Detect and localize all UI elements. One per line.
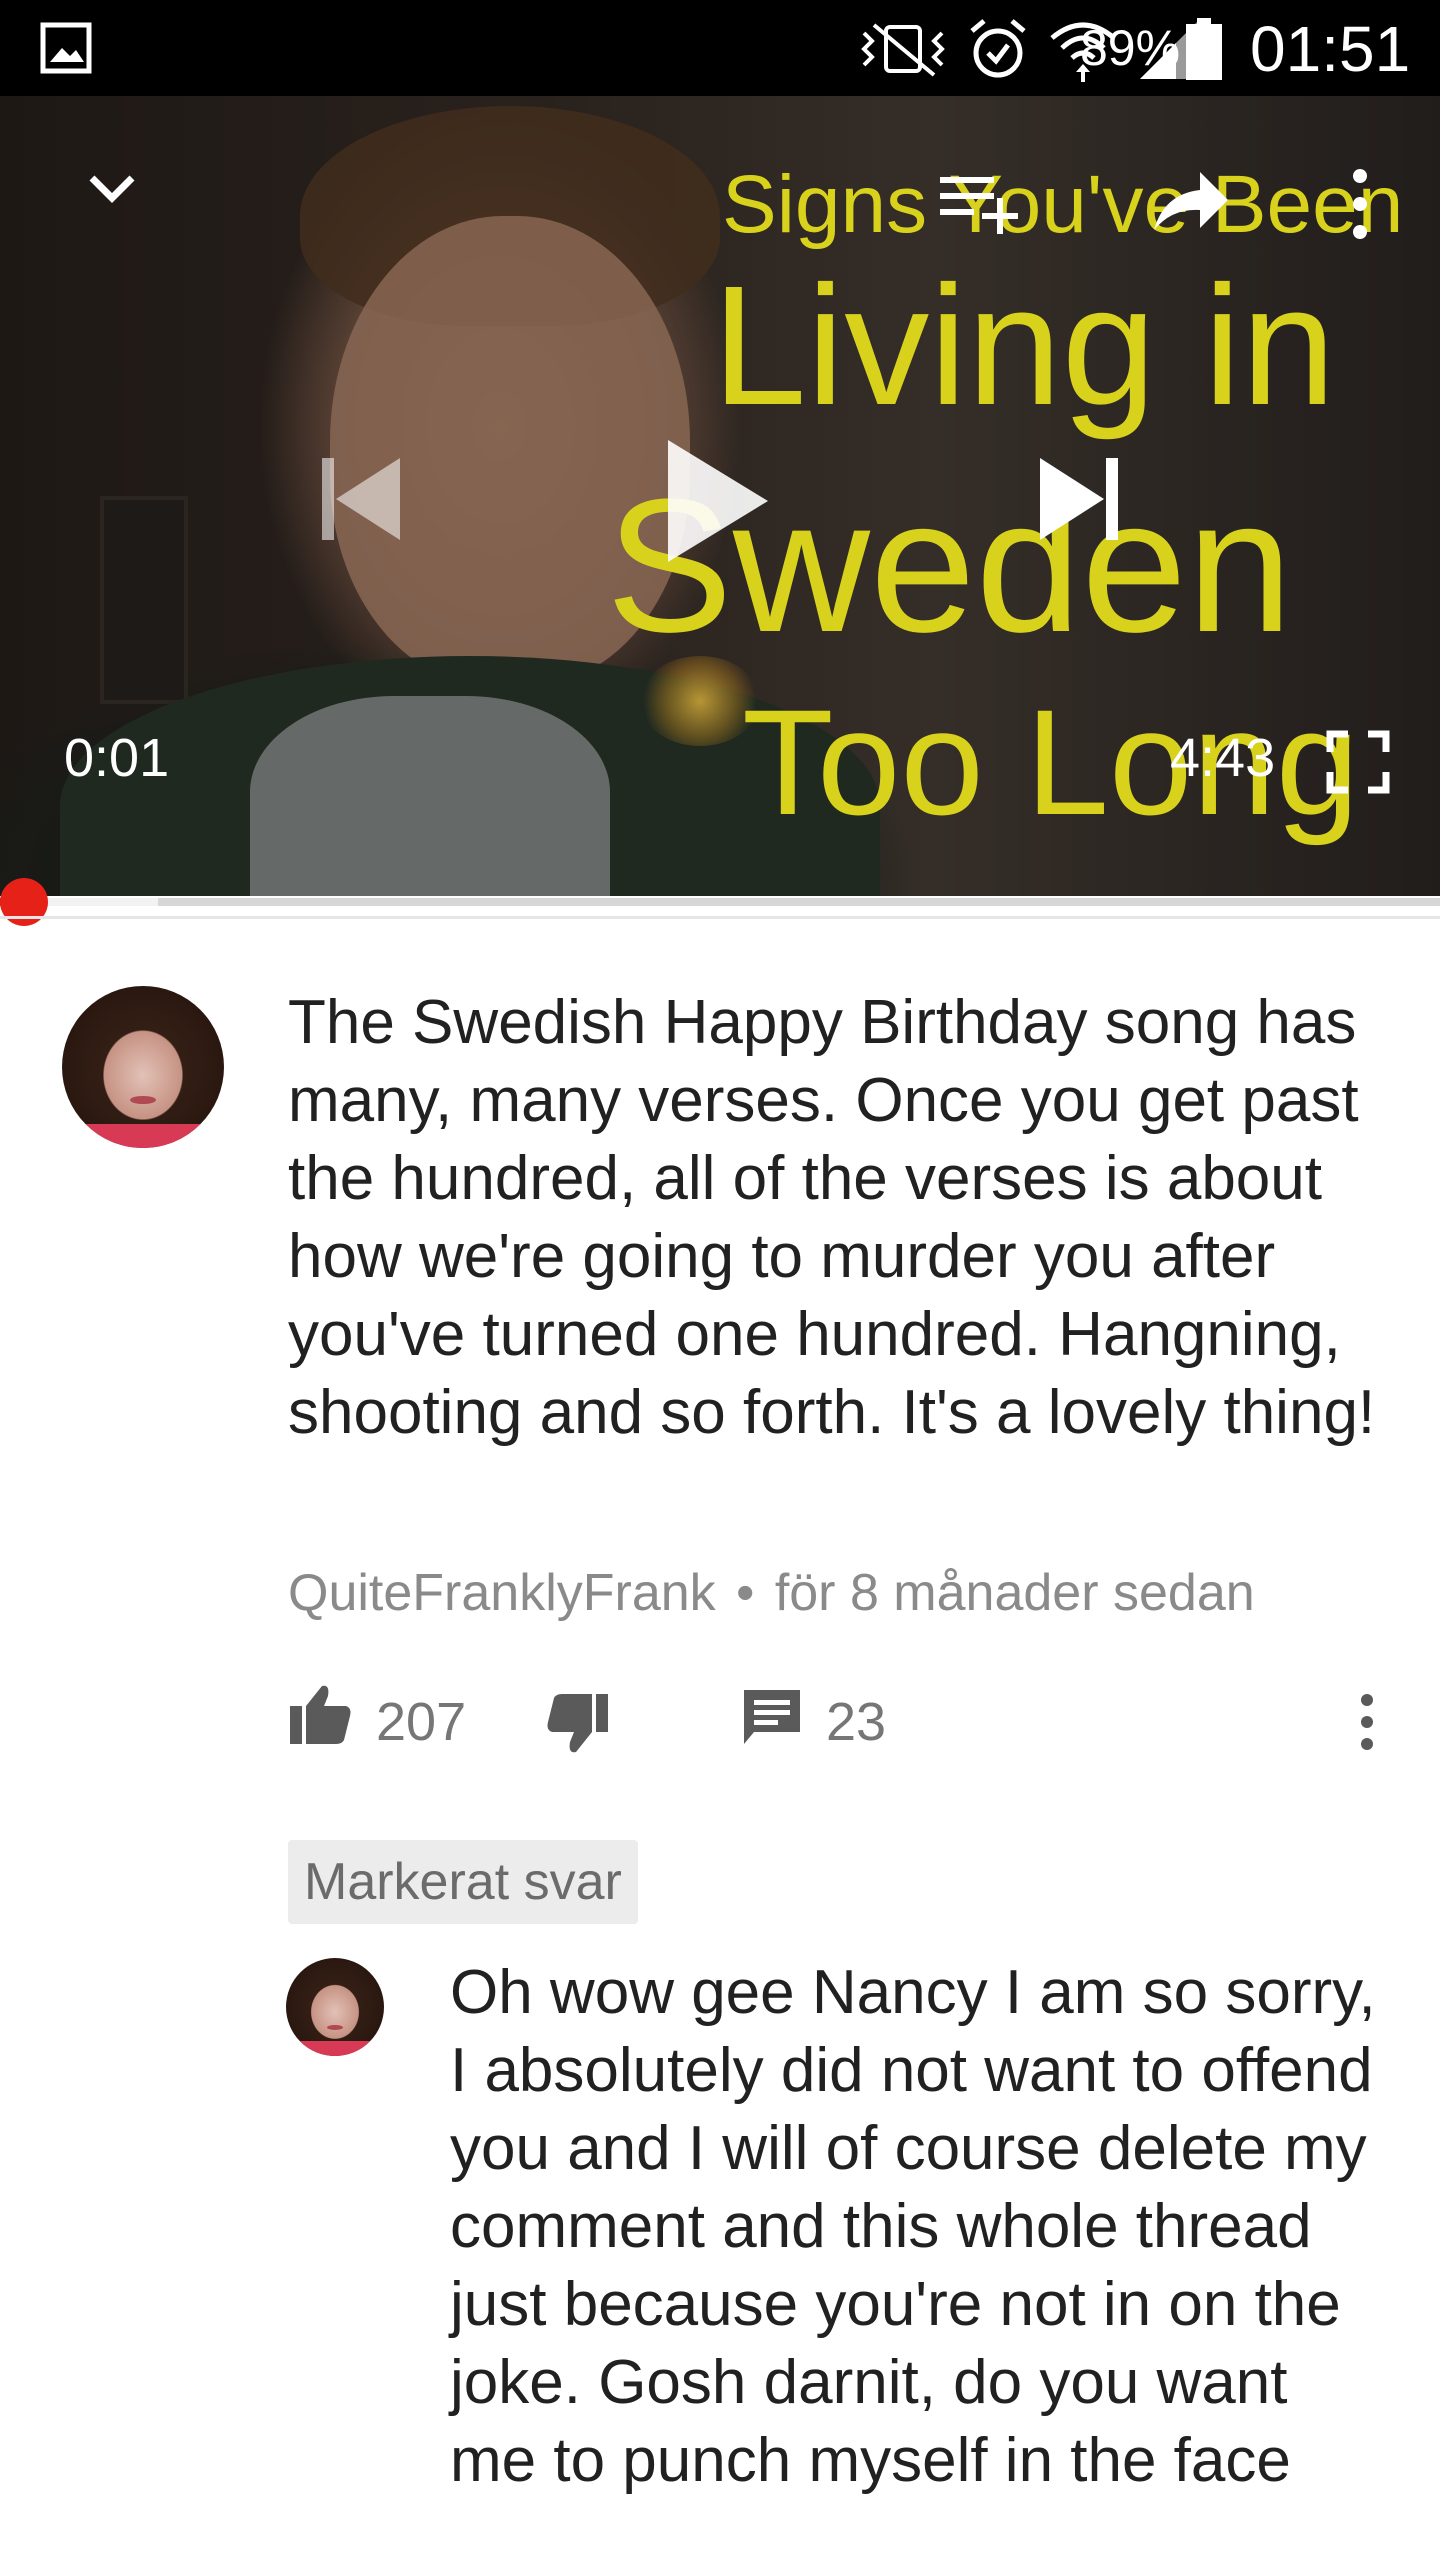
battery-percent: 89% [1080, 20, 1181, 76]
video-player[interactable]: Signs You've Been Living in Sweden Too L… [0, 96, 1440, 896]
thumbs-down-icon[interactable] [546, 1692, 610, 1756]
previous-icon[interactable] [318, 454, 404, 544]
comment-text: The Swedish Happy Birthday song has many… [288, 988, 1376, 1447]
comment-more-icon[interactable] [1352, 1690, 1382, 1754]
comment-author[interactable]: QuiteFranklyFrank [288, 1564, 716, 1622]
meta-separator: • [736, 1564, 755, 1622]
reply-avatar[interactable] [286, 1958, 384, 2056]
thumbs-up-icon[interactable] [288, 1682, 352, 1746]
overlay-title-line-2: Living in [712, 251, 1336, 441]
vibrate-icon [861, 23, 945, 77]
more-vert-icon[interactable] [1340, 164, 1380, 244]
play-icon[interactable] [662, 436, 772, 566]
avatar[interactable] [62, 986, 224, 1148]
avatar-detail [327, 2024, 343, 2030]
player-divider [0, 916, 1440, 919]
status-bar: 89% 01:51 [0, 0, 1440, 96]
avatar-detail [130, 1096, 156, 1105]
comment-actions: 207 23 [288, 1682, 1398, 1762]
battery-icon [1186, 18, 1222, 80]
reply-text: Oh wow gee Nancy I am so sorry, I absolu… [450, 1958, 1376, 2495]
highlighted-reply-badge: Markerat svar [288, 1840, 638, 1924]
share-icon[interactable] [1150, 166, 1230, 236]
current-time: 0:01 [64, 728, 170, 788]
like-count: 207 [376, 1692, 467, 1752]
video-duration: 4:43 [1170, 728, 1276, 788]
next-icon[interactable] [1036, 454, 1122, 544]
clock: 01:51 [1250, 13, 1411, 85]
reply-comment-icon[interactable] [740, 1686, 804, 1750]
collapse-icon[interactable] [80, 156, 144, 220]
avatar-detail [286, 2041, 384, 2056]
reply-count[interactable]: 23 [826, 1690, 886, 1754]
gallery-icon [40, 22, 92, 74]
comment-meta: QuiteFranklyFrank • för 8 månader sedan [288, 1562, 1255, 1624]
avatar-detail [62, 1123, 224, 1148]
overlay-title-line-1: Signs You've Been [722, 159, 1404, 250]
fullscreen-icon[interactable] [1326, 730, 1390, 794]
progress-track[interactable] [0, 898, 1440, 906]
comment-time: för 8 månader sedan [774, 1564, 1255, 1622]
add-to-playlist-icon[interactable] [938, 170, 1024, 240]
alarm-icon [970, 19, 1026, 78]
